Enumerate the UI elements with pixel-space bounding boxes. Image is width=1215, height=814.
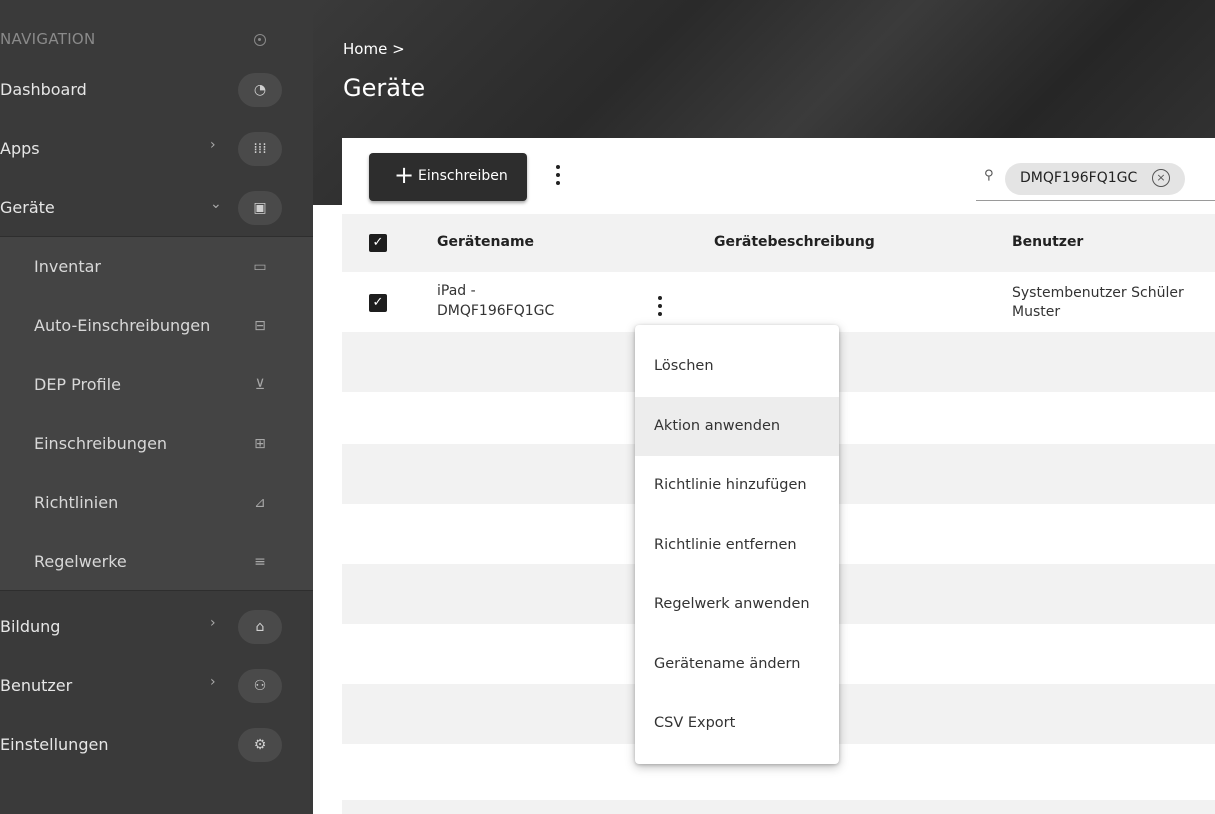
sidebar-subitem-regelwerke[interactable]: Regelwerke ≡ bbox=[0, 532, 313, 591]
select-all-checkbox[interactable]: ✓ bbox=[369, 234, 387, 252]
search-filter-chip[interactable]: DMQF196FQ1GC × bbox=[1005, 163, 1185, 195]
sidebar-subitem-label: DEP Profile bbox=[34, 375, 121, 394]
enrollment-icon: ⊞ bbox=[254, 436, 266, 452]
sidebar: NAVIGATION Dashboard ◔ Apps › ⁞⁞⁞ Geräte… bbox=[0, 0, 313, 814]
gauge-icon: ◔ bbox=[238, 73, 282, 107]
column-header-name[interactable]: Gerätename bbox=[437, 234, 534, 250]
sidebar-subnav: Inventar ▭ Auto-Einschreibungen ⊟ DEP Pr… bbox=[0, 236, 313, 591]
menu-item-apply-ruleset[interactable]: Regelwerk anwenden bbox=[635, 575, 839, 635]
ruleset-icon: ≡ bbox=[254, 554, 266, 570]
plus-icon: + bbox=[394, 161, 415, 189]
sidebar-subitem-label: Richtlinien bbox=[34, 493, 119, 512]
toolbar: + Einschreiben ⚲ DMQF196FQ1GC × bbox=[342, 138, 1215, 214]
nav-header: NAVIGATION bbox=[0, 20, 313, 60]
inventory-icon: ▭ bbox=[253, 259, 267, 275]
sidebar-item-label: Dashboard bbox=[0, 80, 87, 99]
sidebar-subitem-label: Einschreibungen bbox=[34, 434, 168, 453]
policy-icon: ⊿ bbox=[254, 495, 266, 511]
user-line1: Systembenutzer Schüler bbox=[1012, 285, 1184, 301]
menu-item-rename-device[interactable]: Gerätename ändern bbox=[635, 635, 839, 695]
sidebar-item-label: Benutzer bbox=[0, 676, 73, 695]
menu-item-csv-export[interactable]: CSV Export bbox=[635, 694, 839, 754]
breadcrumb[interactable]: Home > bbox=[343, 40, 405, 58]
clear-chip-icon[interactable]: × bbox=[1152, 169, 1170, 187]
sidebar-item-label: Geräte bbox=[0, 198, 55, 217]
pin-icon[interactable] bbox=[254, 34, 266, 46]
sidebar-item-geraete[interactable]: Geräte ⌄ ▣ bbox=[0, 178, 313, 237]
users-settings-icon: ⚇ bbox=[238, 669, 282, 703]
device-name-line1: iPad - bbox=[437, 283, 476, 299]
chevron-right-icon: › bbox=[210, 137, 216, 153]
chevron-right-icon: › bbox=[210, 674, 216, 690]
sidebar-item-dashboard[interactable]: Dashboard ◔ bbox=[0, 60, 313, 119]
sidebar-item-label: Einstellungen bbox=[0, 735, 109, 754]
user-line2: Muster bbox=[1012, 304, 1061, 320]
column-header-description[interactable]: Gerätebeschreibung bbox=[714, 234, 875, 250]
sidebar-subitem-auto-einschreibungen[interactable]: Auto-Einschreibungen ⊟ bbox=[0, 296, 313, 355]
sidebar-item-label: Apps bbox=[0, 139, 40, 158]
sidebar-subitem-einschreibungen[interactable]: Einschreibungen ⊞ bbox=[0, 414, 313, 473]
menu-item-remove-policy[interactable]: Richtlinie entfernen bbox=[635, 516, 839, 576]
auto-enroll-icon: ⊟ bbox=[254, 318, 266, 334]
table-header: ✓ Gerätename Gerätebeschreibung Benutzer bbox=[342, 214, 1215, 272]
sidebar-subitem-inventar[interactable]: Inventar ▭ bbox=[0, 237, 313, 296]
sidebar-item-bildung[interactable]: Bildung › ⌂ bbox=[0, 597, 313, 656]
row-more-icon[interactable] bbox=[657, 296, 663, 318]
search-field[interactable]: ⚲ DMQF196FQ1GC × bbox=[976, 157, 1215, 201]
sidebar-item-apps[interactable]: Apps › ⁞⁞⁞ bbox=[0, 119, 313, 178]
chevron-down-icon: ⌄ bbox=[210, 196, 222, 212]
device-name-line2: DMQF196FQ1GC bbox=[437, 303, 555, 319]
sidebar-subitem-label: Inventar bbox=[34, 257, 101, 276]
sidebar-subitem-richtlinien[interactable]: Richtlinien ⊿ bbox=[0, 473, 313, 532]
menu-item-apply-action[interactable]: Aktion anwenden bbox=[635, 396, 839, 456]
row-checkbox[interactable]: ✓ bbox=[369, 294, 387, 312]
search-chip-text: DMQF196FQ1GC bbox=[1020, 170, 1138, 186]
chevron-right-icon: › bbox=[210, 615, 216, 631]
sidebar-item-label: Bildung bbox=[0, 617, 61, 636]
devices-icon: ▣ bbox=[238, 191, 282, 225]
enroll-button[interactable]: + Einschreiben bbox=[369, 153, 527, 201]
column-header-user[interactable]: Benutzer bbox=[1012, 234, 1083, 250]
sidebar-subitem-dep-profile[interactable]: DEP Profile ⊻ bbox=[0, 355, 313, 414]
dep-profile-icon: ⊻ bbox=[254, 377, 266, 393]
sidebar-subitem-label: Auto-Einschreibungen bbox=[34, 316, 211, 335]
menu-item-delete[interactable]: Löschen bbox=[635, 337, 839, 397]
menu-item-add-policy[interactable]: Richtlinie hinzufügen bbox=[635, 456, 839, 516]
sidebar-item-einstellungen[interactable]: Einstellungen ⚙ bbox=[0, 715, 313, 774]
grid-icon: ⁞⁞⁞ bbox=[238, 132, 282, 166]
graduation-cap-icon: ⌂ bbox=[238, 610, 282, 644]
nav-header-label: NAVIGATION bbox=[0, 30, 96, 48]
empty-row bbox=[342, 800, 1215, 814]
enroll-button-label: Einschreiben bbox=[418, 168, 508, 184]
toolbar-more-icon[interactable] bbox=[555, 165, 561, 187]
sidebar-subitem-label: Regelwerke bbox=[34, 552, 127, 571]
gear-icon: ⚙ bbox=[238, 728, 282, 762]
table-row[interactable]: ✓ iPad - DMQF196FQ1GC Systembenutzer Sch… bbox=[342, 272, 1215, 332]
row-context-menu: Löschen Aktion anwenden Richtlinie hinzu… bbox=[635, 325, 839, 764]
search-icon: ⚲ bbox=[984, 168, 994, 183]
sidebar-item-benutzer[interactable]: Benutzer › ⚇ bbox=[0, 656, 313, 715]
page-title: Geräte bbox=[343, 74, 426, 102]
